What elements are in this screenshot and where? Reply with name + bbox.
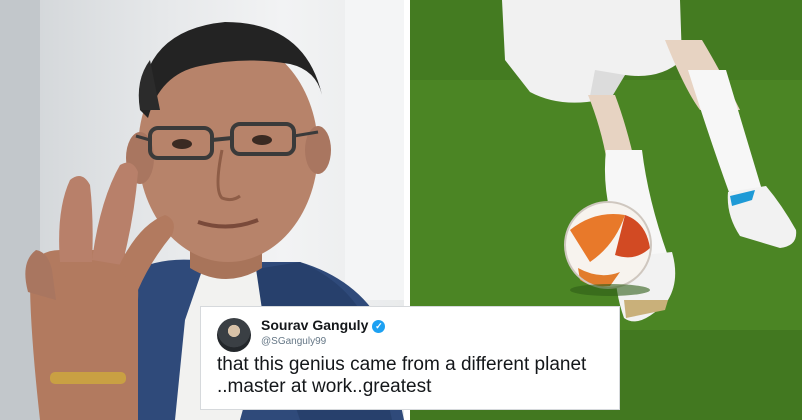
tweet-text-line-1: that this genius came from a different p… — [217, 354, 587, 375]
verified-badge-icon: ✓ — [372, 320, 386, 333]
tweet-text-line-2: ..master at work..greatest — [217, 376, 432, 397]
avatar[interactable] — [217, 318, 251, 352]
tweet-author-name-text[interactable]: Sourav Ganguly — [261, 317, 368, 333]
tweet-text: that this genius came from a different p… — [217, 354, 611, 398]
tweet-card[interactable]: Sourav Ganguly ✓ @SGanguly99 that this ge… — [200, 306, 620, 410]
collage-image: Sourav Ganguly ✓ @SGanguly99 that this ge… — [0, 0, 802, 420]
tweet-author-handle[interactable]: @SGanguly99 — [261, 336, 326, 347]
tweet-author-name[interactable]: Sourav Ganguly ✓ — [261, 317, 386, 333]
